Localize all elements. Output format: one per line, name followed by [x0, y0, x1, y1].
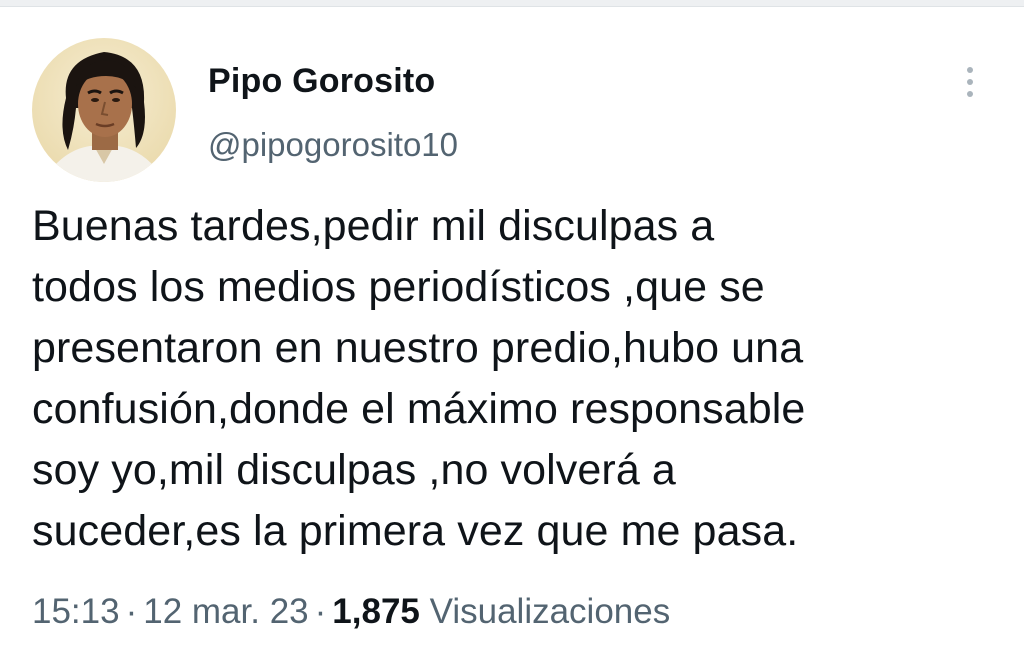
- more-vertical-icon-dot: [967, 79, 973, 85]
- profile-photo: [32, 38, 176, 182]
- views-label[interactable]: Visualizaciones: [430, 592, 671, 631]
- tweet-text-line: suceder,es la primera vez que me pasa.: [32, 507, 799, 555]
- display-name[interactable]: Pipo Gorosito: [208, 62, 435, 101]
- tweet-text-line: todos los medios periodísticos ,que se: [32, 263, 765, 311]
- more-vertical-icon: [967, 67, 973, 73]
- tweet-text-line: presentaron en nuestro predio,hubo una: [32, 324, 804, 372]
- views-count[interactable]: 1,875: [332, 592, 420, 631]
- tweet-text-line: Buenas tardes,pedir mil disculpas a: [32, 202, 715, 250]
- tweet-time[interactable]: 15:13: [32, 592, 120, 631]
- tweet-date[interactable]: 12 mar. 23: [143, 592, 308, 631]
- tweet-card: Pipo Gorosito @pipogorosito10 Buenas tar…: [0, 0, 1024, 663]
- tweet-text-line: confusión,donde el máximo responsable: [32, 385, 806, 433]
- more-vertical-icon-dot: [967, 91, 973, 97]
- tweet-text: Buenas tardes,pedir mil disculpas a todo…: [32, 196, 992, 562]
- avatar[interactable]: [32, 38, 176, 182]
- tweet-text-line: soy yo,mil disculpas ,no volverá a: [32, 446, 676, 494]
- user-handle[interactable]: @pipogorosito10: [208, 126, 458, 164]
- meta-separator: ·: [125, 592, 138, 631]
- meta-separator: ·: [314, 592, 327, 631]
- more-options-button[interactable]: [948, 58, 992, 106]
- tweet-meta: 15:13 · 12 mar. 23 · 1,875 Visualizaciones: [32, 592, 670, 632]
